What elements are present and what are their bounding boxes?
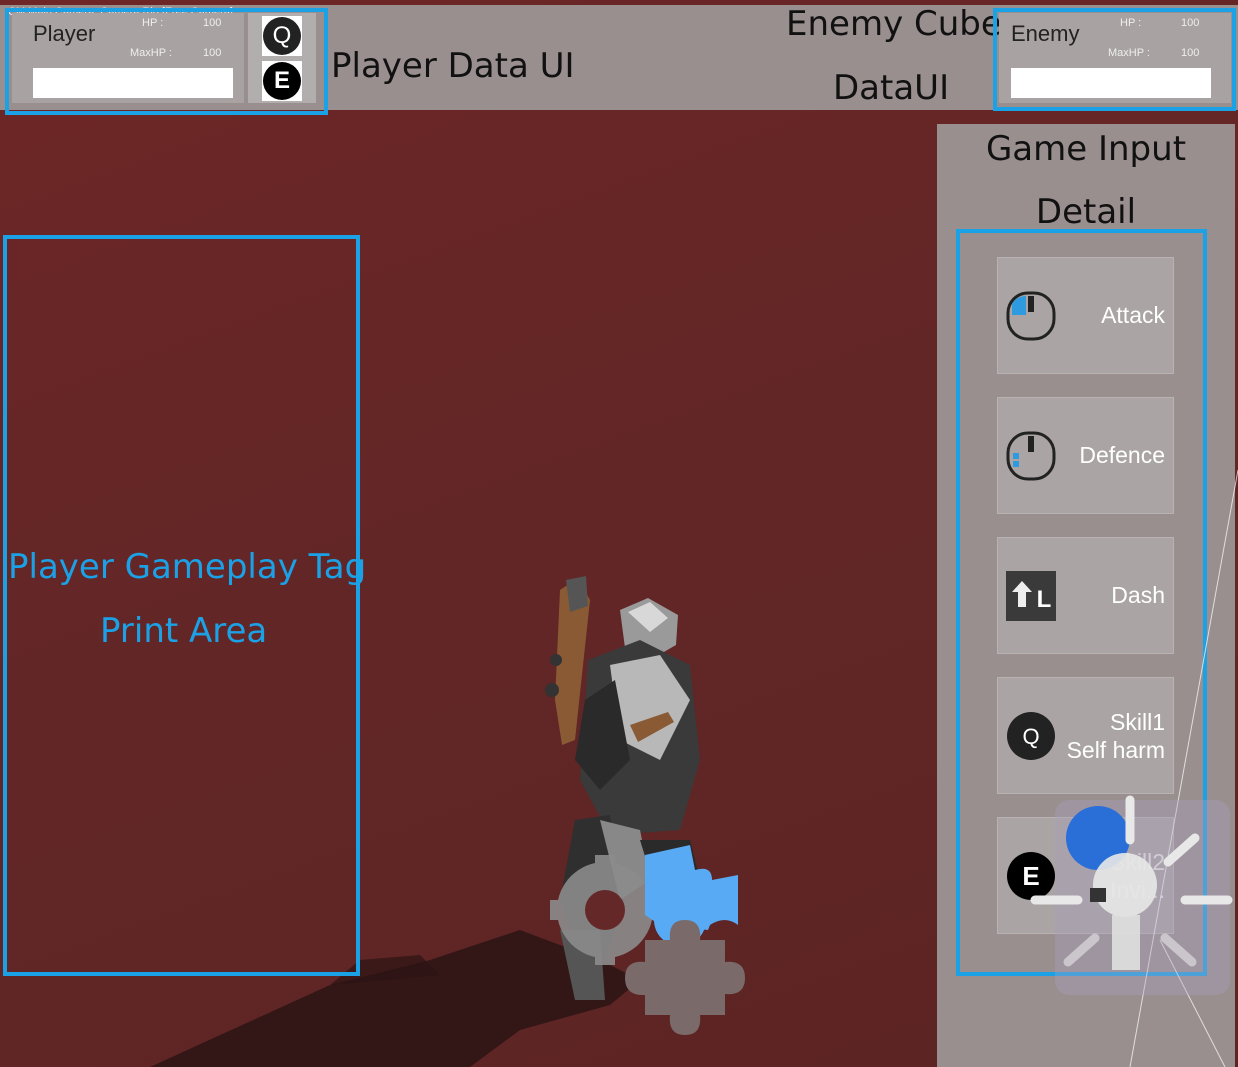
enemy-data-highlight [993, 8, 1236, 111]
input-cards-highlight [956, 229, 1207, 976]
enemy-annotation-line2: DataUI [833, 68, 950, 108]
player-data-highlight [5, 8, 328, 115]
player-data-ui-annotation: Player Data UI [331, 46, 575, 86]
gameplay-tag-print-area [3, 235, 360, 976]
game-input-title-line2: Detail [1035, 192, 1137, 232]
enemy-annotation-line1: Enemy Cube [786, 4, 1002, 44]
gameplay-tag-annotation-line2: Print Area [100, 611, 268, 651]
game-input-title-line1: Game Input [985, 129, 1187, 169]
gameplay-tag-annotation-line1: Player Gameplay Tag [8, 547, 367, 587]
